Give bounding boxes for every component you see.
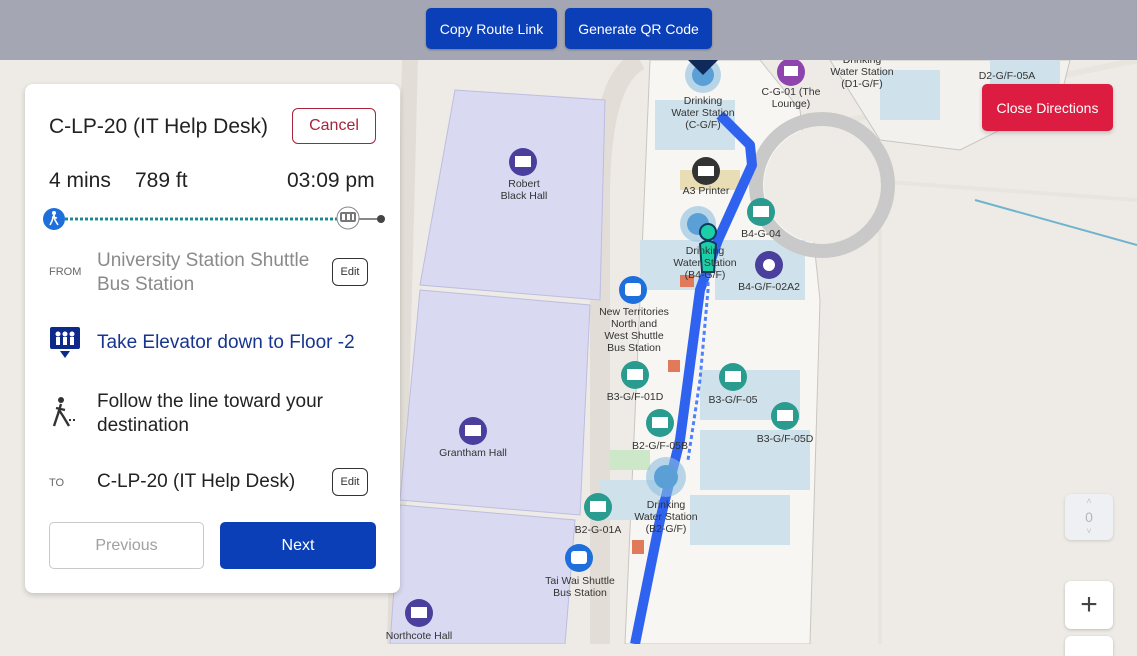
close-directions-button[interactable]: Close Directions xyxy=(982,84,1113,131)
label-b4g04: B4-G-04 xyxy=(741,228,781,240)
directions-panel: C-LP-20 (IT Help Desk) Cancel 4 mins 789… xyxy=(25,84,400,593)
next-button[interactable]: Next xyxy=(220,522,376,569)
lounge-icon[interactable] xyxy=(777,58,805,86)
previous-button[interactable]: Previous xyxy=(49,522,204,569)
label-b3g05: B3-G/F-05 xyxy=(708,394,757,406)
label-nt-shuttle: New Territories North and West Shuttle Bus … xyxy=(599,306,669,354)
label-a3-printer: A3 Printer xyxy=(683,185,730,197)
floor-selector[interactable]: ˄ 0 ˅ xyxy=(1065,494,1113,540)
edit-to-button[interactable]: Edit xyxy=(332,468,368,496)
label-b3g01d: B3-G/F-01D xyxy=(607,391,664,403)
top-toolbar: Copy Route Link Generate QR Code xyxy=(0,0,1137,60)
label-d2: D2-G/F-05A xyxy=(979,70,1036,82)
classroom-icon[interactable] xyxy=(747,198,775,226)
floor-down-icon[interactable]: ˅ xyxy=(1065,526,1113,536)
generate-qr-code-button[interactable]: Generate QR Code xyxy=(565,8,712,49)
bus-icon[interactable] xyxy=(565,544,593,572)
from-value: University Station Shuttle Bus Station xyxy=(97,250,310,295)
floor-value: 0 xyxy=(1085,509,1093,525)
zoom-in-button[interactable]: + xyxy=(1065,581,1113,629)
edit-from-button[interactable]: Edit xyxy=(332,258,368,286)
elevator-step-icon xyxy=(50,327,80,358)
walk-step-icon xyxy=(52,397,77,427)
step-follow-text: Follow the line toward your destination xyxy=(97,391,323,436)
floor-up-icon[interactable]: ˄ xyxy=(1065,496,1113,506)
cancel-button[interactable]: Cancel xyxy=(292,108,376,144)
water-drop-icon[interactable] xyxy=(646,457,686,497)
hall-icon[interactable] xyxy=(509,148,537,176)
label-b2g05b: B2-G/F-05B xyxy=(632,440,688,452)
elevator-icon xyxy=(336,206,360,230)
to-label: TO xyxy=(49,477,65,489)
classroom-icon[interactable] xyxy=(771,402,799,430)
distance: 789 ft xyxy=(135,169,188,192)
hall-icon[interactable] xyxy=(405,599,433,627)
label-taiwai: Tai Wai Shuttle Bus Station xyxy=(545,575,615,599)
step-elevator-text: Take Elevator down to Floor -2 xyxy=(97,332,355,353)
duration: 4 mins xyxy=(49,169,111,192)
zoom-out-button[interactable] xyxy=(1065,636,1113,656)
label-grantham-hall: Grantham Hall xyxy=(439,447,507,459)
label-northcote-hall: Northcote Hall xyxy=(386,630,453,642)
route-progress xyxy=(43,206,385,230)
label-b2g01a: B2-G-01A xyxy=(575,524,622,536)
classroom-icon[interactable] xyxy=(719,363,747,391)
printer-icon[interactable] xyxy=(692,157,720,185)
label-b3g05d: B3-G/F-05D xyxy=(757,433,814,445)
to-value: C-LP-20 (IT Help Desk) xyxy=(97,471,296,492)
arrival-time: 03:09 pm xyxy=(287,169,375,192)
hall-icon[interactable] xyxy=(459,417,487,445)
classroom-icon[interactable] xyxy=(584,493,612,521)
copy-route-link-button[interactable]: Copy Route Link xyxy=(426,8,557,49)
classroom-icon[interactable] xyxy=(621,361,649,389)
label-b4g02a2: B4-G/F-02A2 xyxy=(738,281,800,293)
destination-title: C-LP-20 (IT Help Desk) xyxy=(49,115,269,138)
walk-icon xyxy=(43,208,65,230)
meeting-icon[interactable] xyxy=(755,251,783,279)
bus-icon[interactable] xyxy=(619,276,647,304)
classroom-icon[interactable] xyxy=(646,409,674,437)
from-label: FROM xyxy=(49,266,82,278)
